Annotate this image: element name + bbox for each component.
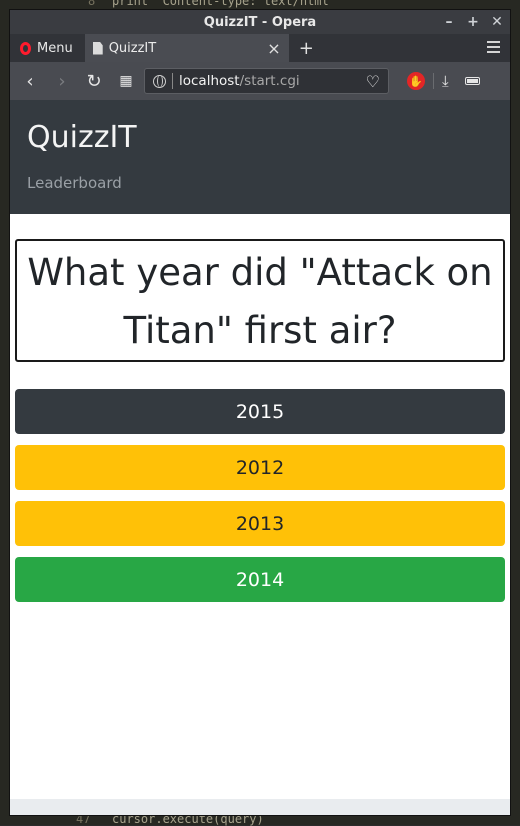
adblock-icon[interactable]: ✋ [407,72,425,90]
url-path: /start.cgi [239,73,300,89]
site-navbar: QuizzIT Leaderboard [10,100,510,214]
minimize-icon[interactable]: – [442,15,456,29]
answer-button[interactable]: 2013 [15,501,505,546]
url-field[interactable]: localhost/start.cgi ♡ [144,68,389,94]
nav-link-leaderboard[interactable]: Leaderboard [27,174,493,192]
address-toolbar: ‹ › ↻ ▦ localhost/start.cgi ♡ ✋ ⤓ [10,62,510,100]
window-controls: – + ✕ [442,10,504,34]
site-brand[interactable]: QuizzIT [27,100,493,158]
bookmark-heart-icon[interactable]: ♡ [366,72,380,91]
tab-title: QuizzIT [108,40,157,56]
toolbar-separator [433,73,434,89]
tab-menu-icon[interactable] [487,41,500,56]
globe-icon [153,74,166,88]
answer-button[interactable]: 2012 [15,445,505,490]
maximize-icon[interactable]: + [466,15,480,29]
answer-button[interactable]: 2015 [15,389,505,434]
tab-bar: Menu QuizzIT × + [10,34,510,62]
answer-button[interactable]: 2014 [15,557,505,602]
tab-close-icon[interactable]: × [267,39,280,58]
tab-quizzit[interactable]: QuizzIT × [84,34,289,62]
question-box: What year did "Attack on Titan" first ai… [15,239,505,362]
page-footer [10,799,510,815]
document-icon [92,41,103,55]
reload-icon[interactable]: ↻ [80,67,108,95]
opera-logo-icon [20,41,31,55]
forward-icon[interactable]: › [48,67,76,95]
window-title: QuizzIT - Opera [203,14,317,30]
editor-code-line: print "Content-type: text/html [112,0,329,8]
url-separator [172,73,173,89]
opera-menu-button[interactable]: Menu [10,34,83,62]
url-host: localhost [179,73,240,89]
new-tab-icon[interactable]: + [289,34,324,62]
speed-dial-icon[interactable]: ▦ [112,67,140,95]
window-titlebar[interactable]: QuizzIT - Opera – + ✕ [10,10,510,34]
battery-saver-icon[interactable] [464,77,480,85]
browser-window: QuizzIT - Opera – + ✕ Menu QuizzIT × + ‹… [10,10,510,815]
download-icon[interactable]: ⤓ [442,72,449,90]
close-icon[interactable]: ✕ [490,15,504,29]
quiz-content: What year did "Attack on Titan" first ai… [10,214,510,602]
editor-line-number: 8 [88,0,96,8]
menu-label: Menu [37,40,73,56]
answer-list: 2015 2012 2013 2014 [15,389,505,602]
back-icon[interactable]: ‹ [16,67,44,95]
